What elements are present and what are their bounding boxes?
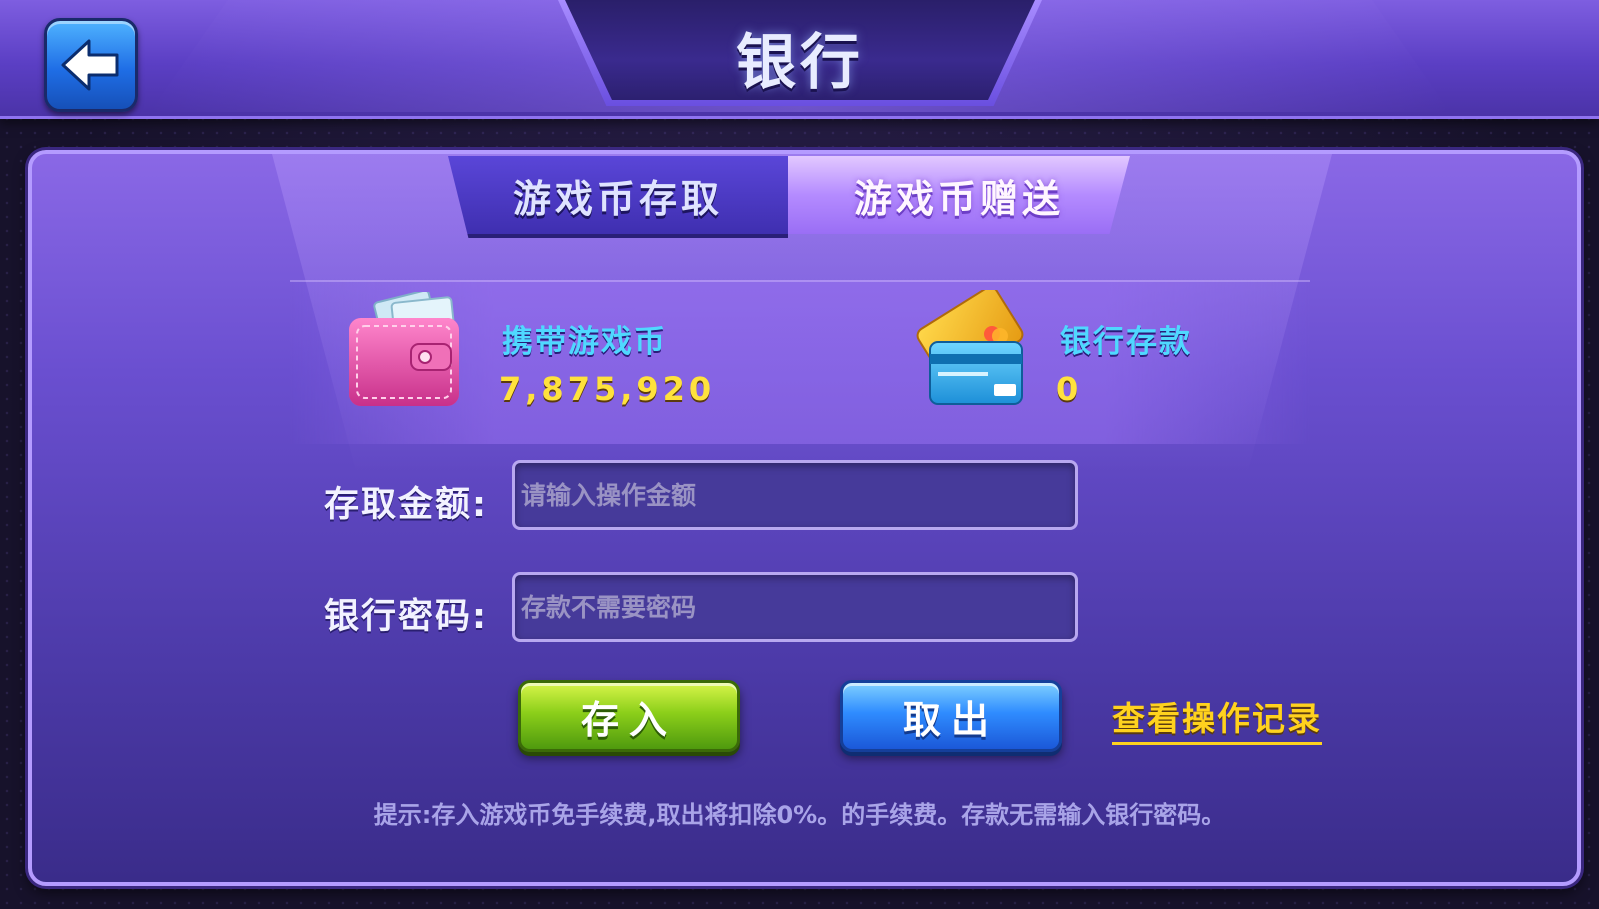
password-label: 银行密码: <box>324 597 488 637</box>
tab-coin-deposit-withdraw[interactable]: 游戏币存取 <box>448 156 788 238</box>
deposit-button[interactable]: 存入 <box>518 680 740 752</box>
view-records-link[interactable]: 查看操作记录 <box>1112 692 1322 745</box>
back-arrow-icon <box>61 39 119 91</box>
back-button[interactable] <box>44 18 138 112</box>
wallet-icon <box>349 292 459 406</box>
page-title: 银行 <box>736 28 864 98</box>
fee-tip: 提示:存入游戏币免手续费,取出将扣除0%。的手续费。存款无需输入银行密码。 <box>373 801 1226 829</box>
amount-label: 存取金额: <box>324 485 488 525</box>
bank-card-icon <box>916 290 1024 405</box>
tab-bar: 游戏币存取 游戏币赠送 <box>448 156 1130 238</box>
carried-coins-label: 携带游戏币 <box>502 324 667 360</box>
withdraw-button[interactable]: 取出 <box>840 680 1062 752</box>
carried-coins-value: 7,875,920 <box>499 370 716 408</box>
amount-input[interactable] <box>512 460 1078 530</box>
bank-screen: 银行 游戏币存取 游戏币赠送 携带游戏币 7,875,920 银行存款 0 存取… <box>0 0 1599 909</box>
bank-password-input[interactable] <box>512 572 1078 642</box>
bank-deposit-value: 0 <box>1056 370 1083 408</box>
tab-coin-gift[interactable]: 游戏币赠送 <box>788 156 1130 234</box>
bank-deposit-label: 银行存款 <box>1060 324 1192 360</box>
